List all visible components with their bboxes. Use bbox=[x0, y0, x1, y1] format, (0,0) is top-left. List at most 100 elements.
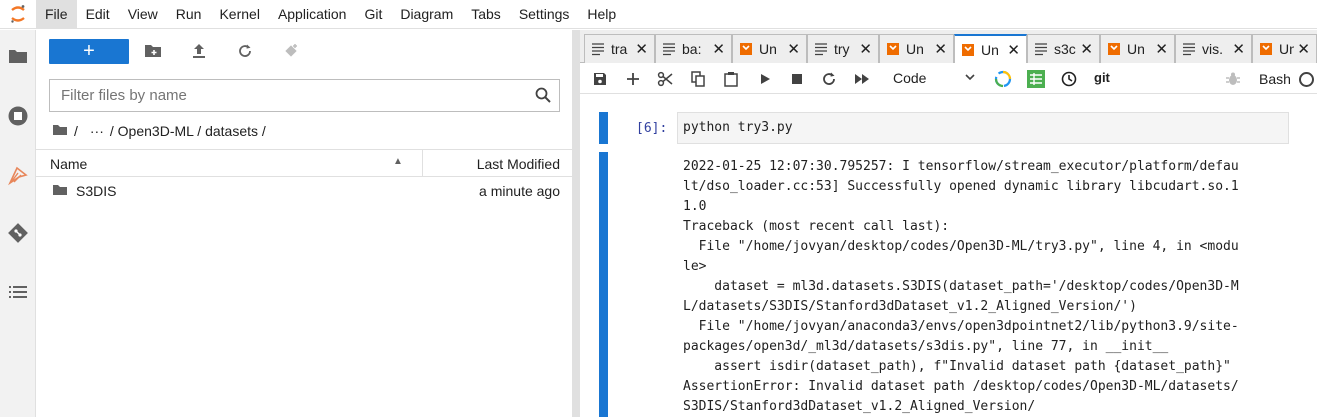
close-icon[interactable]: ✕ bbox=[1007, 41, 1020, 59]
notebook-toolbar: Code git Bash bbox=[580, 63, 1317, 94]
breadcrumb: / ··· / Open3D-ML / datasets / bbox=[52, 121, 272, 141]
filter-input[interactable] bbox=[61, 87, 521, 104]
restart-icon[interactable] bbox=[820, 70, 838, 88]
menu-help[interactable]: Help bbox=[578, 0, 625, 29]
loading-circle-icon bbox=[994, 70, 1012, 88]
menu-settings[interactable]: Settings bbox=[510, 0, 579, 29]
close-icon[interactable]: ✕ bbox=[787, 40, 800, 58]
kernel-status-icon bbox=[1299, 72, 1314, 87]
tab-notebook-2[interactable]: Un ✕ bbox=[879, 34, 954, 63]
add-cell-icon[interactable] bbox=[624, 70, 642, 88]
tab-text-1[interactable]: tra ✕ bbox=[584, 34, 655, 63]
tab-notebook-active[interactable]: Un ✕ bbox=[954, 34, 1027, 64]
menu-tabs[interactable]: Tabs bbox=[462, 0, 510, 29]
tab-text-5[interactable]: vis. ✕ bbox=[1175, 34, 1252, 63]
tab-text-2[interactable]: ba: ✕ bbox=[655, 34, 732, 63]
git-icon[interactable] bbox=[6, 221, 30, 245]
tab-notebook-3[interactable]: Un ✕ bbox=[1100, 34, 1175, 63]
jupyter-logo-icon bbox=[0, 0, 36, 29]
menu-kernel[interactable]: Kernel bbox=[210, 0, 268, 29]
file-name: S3DIS bbox=[76, 183, 117, 199]
cell-type-dropdown[interactable]: Code bbox=[893, 70, 926, 86]
tab-label: try bbox=[834, 41, 850, 57]
breadcrumb-home-folder-icon[interactable] bbox=[52, 123, 68, 139]
output-collapser[interactable] bbox=[599, 152, 608, 417]
tab-label: Un bbox=[1127, 41, 1145, 57]
close-icon[interactable]: ✕ bbox=[1080, 40, 1093, 58]
tab-label: Un bbox=[1279, 41, 1294, 57]
menu-bar: File Edit View Run Kernel Application Gi… bbox=[0, 0, 1317, 29]
cell-collapser[interactable] bbox=[599, 112, 608, 144]
activity-rail bbox=[0, 30, 36, 417]
tab-notebook-4[interactable]: Un ✕ bbox=[1252, 34, 1317, 63]
fast-forward-icon[interactable] bbox=[853, 70, 871, 88]
text-file-icon bbox=[662, 42, 676, 56]
tab-label: tra bbox=[611, 41, 628, 57]
paste-icon[interactable] bbox=[722, 70, 740, 88]
panel-splitter[interactable] bbox=[572, 30, 580, 417]
menu-application[interactable]: Application bbox=[269, 0, 356, 29]
notebook-icon bbox=[961, 43, 975, 57]
breadcrumb-ellipsis[interactable]: ··· bbox=[90, 123, 104, 139]
notebook-icon bbox=[886, 42, 900, 56]
tab-bar: tra ✕ ba: ✕ Un ✕ try ✕ Un ✕ Un ✕ s3c ✕ U… bbox=[580, 30, 1317, 64]
notebook-icon bbox=[739, 42, 753, 56]
breadcrumb-path[interactable]: / Open3D-ML / datasets / bbox=[110, 123, 266, 139]
close-icon[interactable]: ✕ bbox=[635, 40, 648, 58]
close-icon[interactable]: ✕ bbox=[1232, 40, 1245, 58]
chevron-down-icon[interactable] bbox=[964, 70, 976, 86]
git-clone-icon[interactable] bbox=[281, 41, 301, 61]
stop-icon[interactable] bbox=[788, 70, 806, 88]
close-icon[interactable]: ✕ bbox=[934, 40, 947, 58]
upload-icon[interactable] bbox=[189, 41, 209, 61]
column-divider bbox=[422, 150, 423, 177]
breadcrumb-root[interactable]: / bbox=[74, 123, 78, 139]
tab-text-4[interactable]: s3c ✕ bbox=[1027, 34, 1100, 63]
list-item[interactable]: S3DIS a minute ago bbox=[36, 178, 572, 204]
close-icon[interactable]: ✕ bbox=[712, 40, 725, 58]
copy-icon[interactable] bbox=[689, 70, 707, 88]
running-icon[interactable] bbox=[6, 104, 30, 128]
main-area: tra ✕ ba: ✕ Un ✕ try ✕ Un ✕ Un ✕ s3c ✕ U… bbox=[580, 30, 1317, 417]
tab-text-3[interactable]: try ✕ bbox=[807, 34, 879, 63]
sort-ascending-icon[interactable]: ▲ bbox=[393, 156, 403, 167]
menu-run[interactable]: Run bbox=[167, 0, 211, 29]
menu-view[interactable]: View bbox=[119, 0, 167, 29]
folder-icon bbox=[52, 183, 68, 199]
run-icon[interactable] bbox=[756, 70, 774, 88]
text-file-icon bbox=[1182, 42, 1196, 56]
toc-icon[interactable] bbox=[6, 280, 30, 304]
cut-icon[interactable] bbox=[656, 70, 674, 88]
extension-icon[interactable] bbox=[6, 164, 30, 188]
text-file-icon bbox=[1034, 42, 1048, 56]
kernel-name[interactable]: Bash bbox=[1259, 71, 1291, 87]
new-folder-icon[interactable] bbox=[143, 41, 163, 61]
cell-input[interactable]: python try3.py bbox=[677, 112, 1289, 144]
search-icon bbox=[535, 87, 551, 106]
menu-diagram[interactable]: Diagram bbox=[391, 0, 462, 29]
git-button[interactable]: git bbox=[1094, 70, 1110, 85]
close-icon[interactable]: ✕ bbox=[859, 40, 872, 58]
tab-label: vis. bbox=[1202, 41, 1223, 57]
column-name-header[interactable]: Name bbox=[50, 156, 87, 172]
column-modified-header[interactable]: Last Modified bbox=[477, 156, 560, 172]
new-launcher-button[interactable]: + bbox=[49, 39, 129, 64]
bug-icon[interactable] bbox=[1224, 70, 1242, 88]
menu-file[interactable]: File bbox=[36, 0, 77, 29]
tab-label: Un bbox=[981, 42, 999, 58]
refresh-icon[interactable] bbox=[235, 41, 255, 61]
close-icon[interactable]: ✕ bbox=[1155, 40, 1168, 58]
close-icon[interactable]: ✕ bbox=[1297, 40, 1310, 58]
cell-prompt: [6]: bbox=[636, 121, 668, 136]
menu-edit[interactable]: Edit bbox=[77, 0, 119, 29]
save-icon[interactable] bbox=[591, 70, 609, 88]
clock-icon[interactable] bbox=[1060, 70, 1078, 88]
listing-header: Name ▲ Last Modified bbox=[36, 149, 572, 177]
menu-git[interactable]: Git bbox=[355, 0, 391, 29]
folder-icon[interactable] bbox=[6, 44, 30, 68]
table-icon[interactable] bbox=[1027, 70, 1045, 88]
tab-notebook-1[interactable]: Un ✕ bbox=[732, 34, 807, 63]
notebook-icon bbox=[1107, 42, 1121, 56]
file-browser: + / ··· / Open3D-ML / datasets / Name ▲ … bbox=[36, 30, 572, 417]
file-filter[interactable] bbox=[49, 79, 560, 112]
